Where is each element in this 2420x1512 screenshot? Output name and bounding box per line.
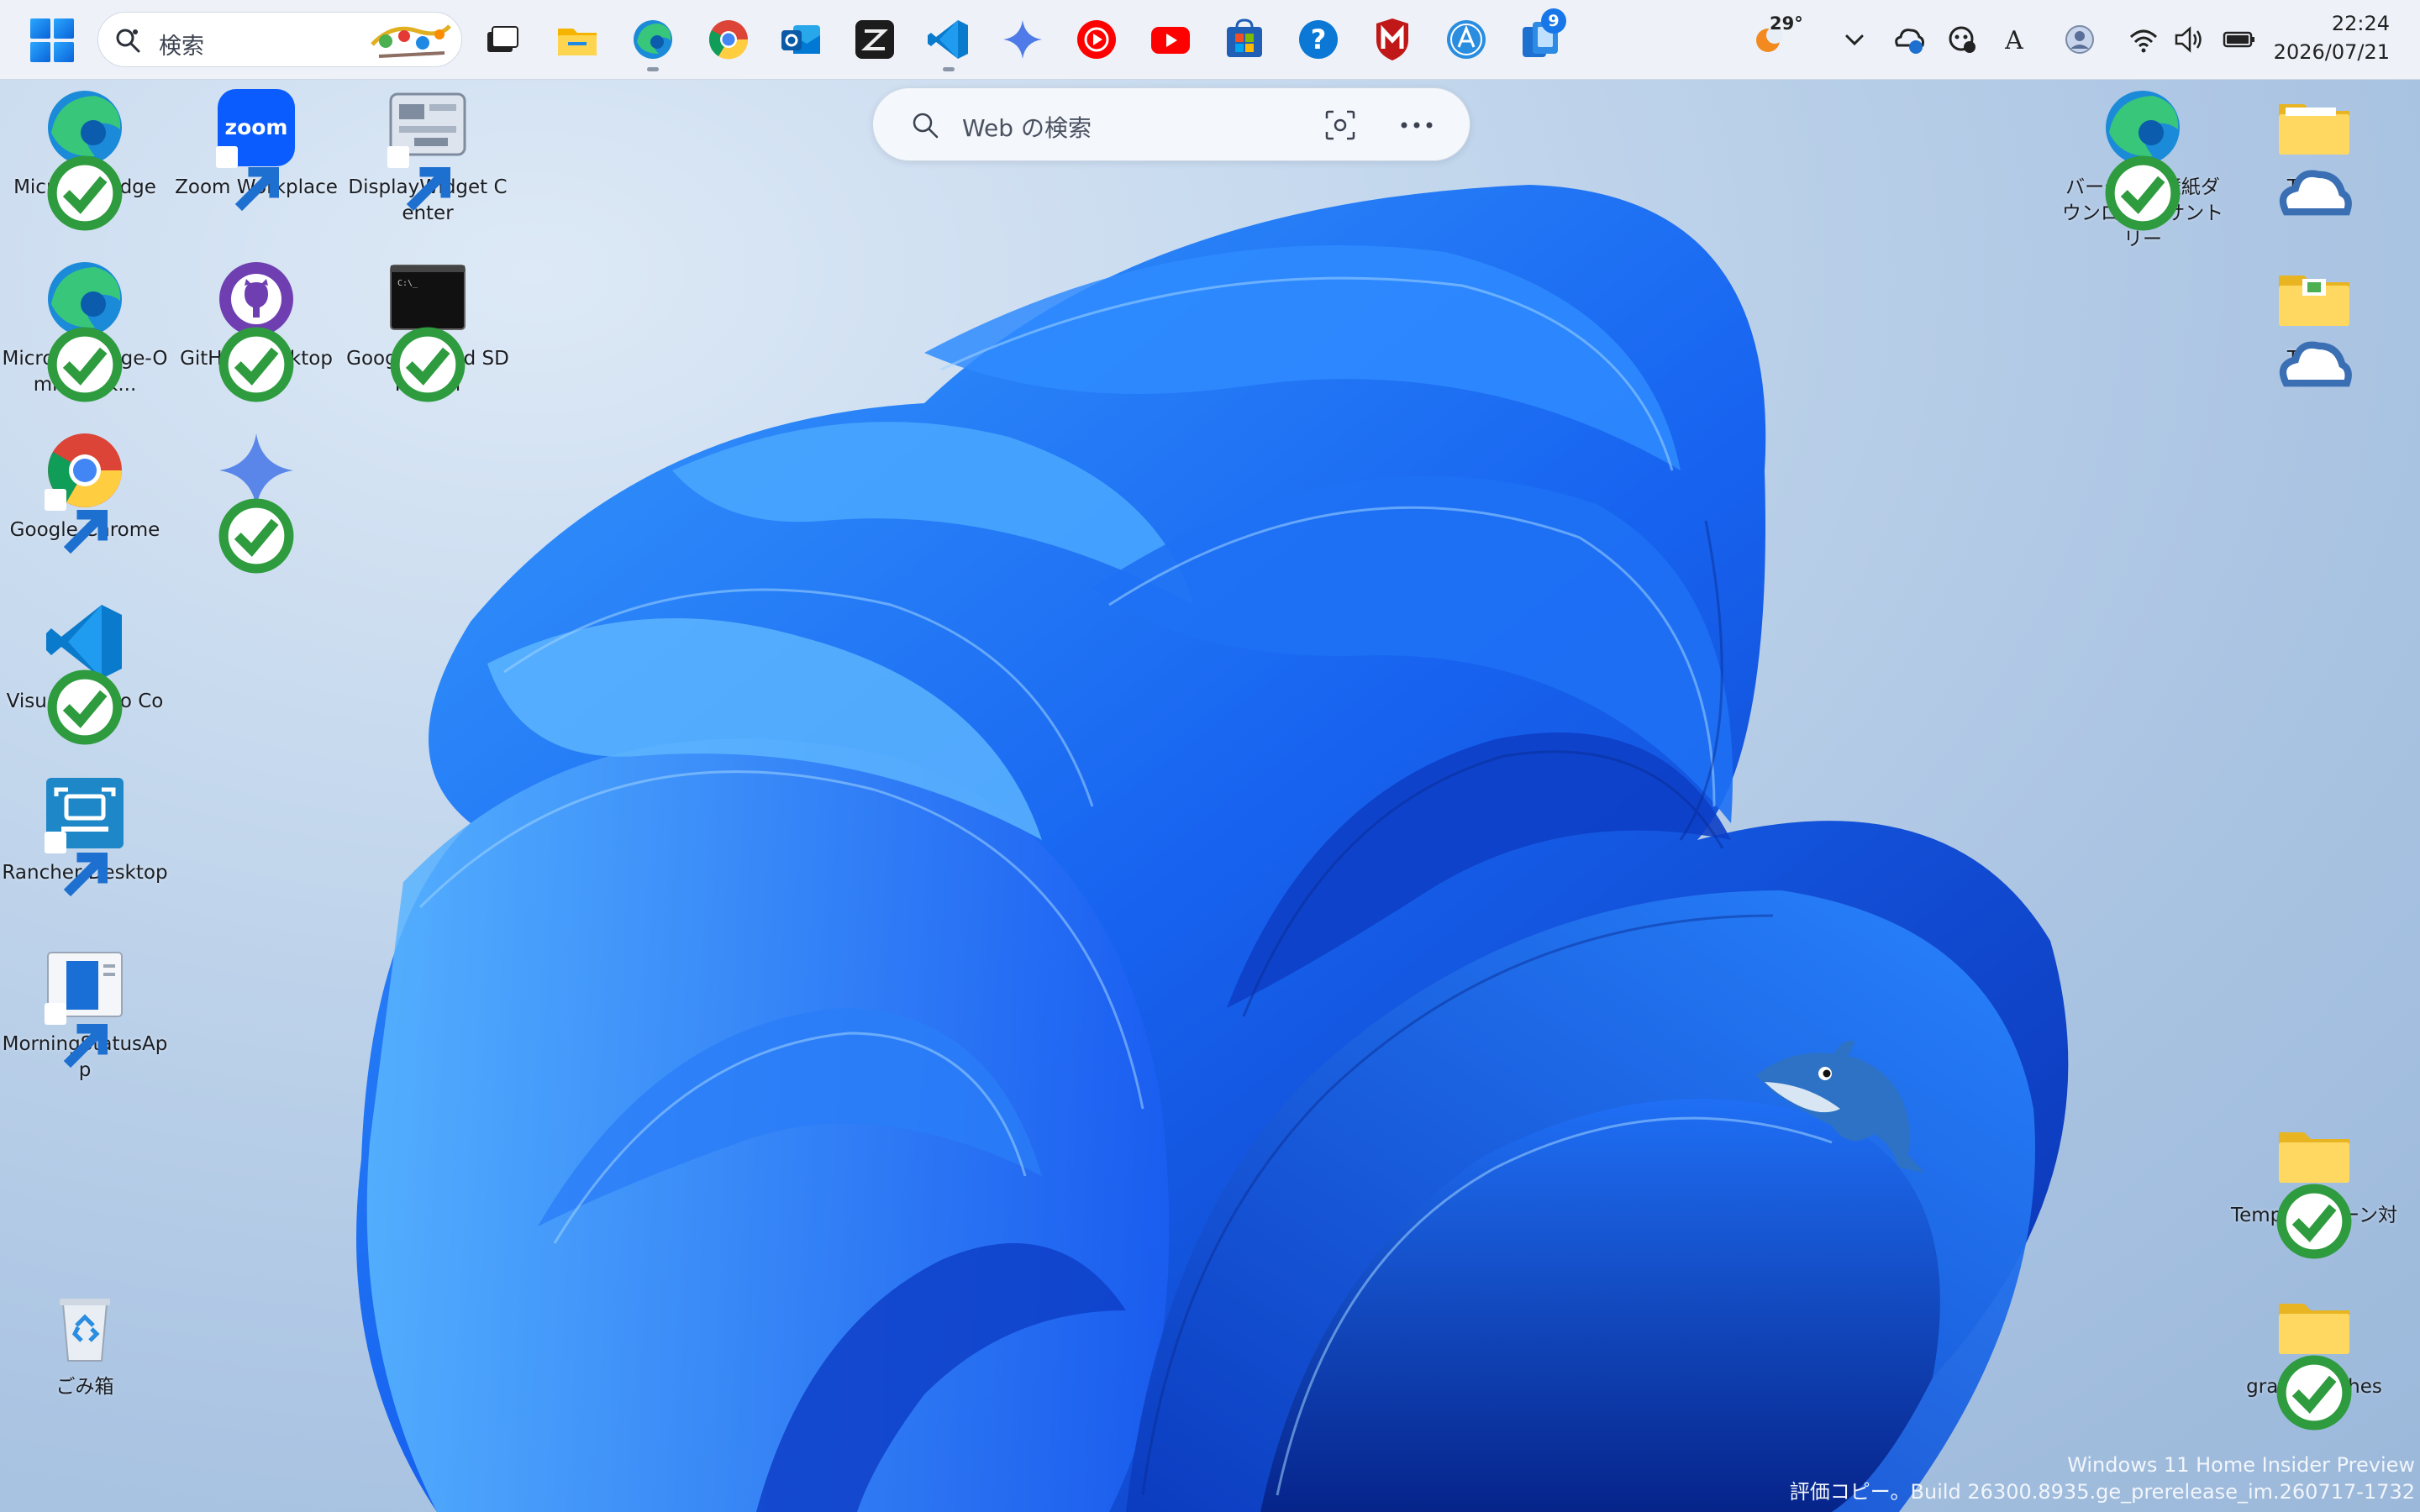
user-account-icon[interactable] bbox=[2062, 22, 2097, 57]
watermark-edition: Windows 11 Home Insider Preview bbox=[2067, 1453, 2415, 1477]
desktop-icon-temp-clean-target[interactable]: Temp - クリーン対象 bbox=[2230, 1114, 2398, 1259]
folder-icon bbox=[2272, 86, 2356, 216]
desktop-icon-virtual-wallpaper-download[interactable]: バーチャル壁紙ダウンロード-サントリー bbox=[2059, 86, 2227, 253]
desktop-icon-google-chrome[interactable]: Google Chrome bbox=[1, 428, 169, 554]
recycle-bin-icon bbox=[43, 1285, 127, 1369]
mcafee-icon[interactable] bbox=[1370, 17, 1415, 62]
app-window-icon bbox=[43, 942, 127, 1068]
vscode-icon bbox=[43, 600, 127, 745]
taskbar-search-placeholder: 検索 bbox=[159, 34, 204, 60]
youtube-icon[interactable] bbox=[1148, 17, 1193, 62]
shortcut-arrow-icon bbox=[45, 832, 108, 897]
search-highlight-icon bbox=[371, 24, 451, 58]
shortcut-arrow-icon bbox=[216, 146, 279, 212]
web-search-placeholder: Web の検索 bbox=[962, 114, 1092, 142]
desktop-icon-github-desktop[interactable]: GitHub Desktop bbox=[172, 257, 340, 402]
rancher-icon bbox=[43, 771, 127, 897]
edge-running-indicator bbox=[647, 67, 659, 71]
folder-icon bbox=[2272, 1285, 2356, 1431]
github-icon bbox=[214, 257, 298, 402]
task-view-icon[interactable] bbox=[479, 17, 524, 62]
desktop-icon-visual-studio-code[interactable]: Visual Studio Code bbox=[1, 600, 169, 745]
desktop-icon-gemini[interactable]: Gemini bbox=[172, 428, 340, 574]
chrome-icon[interactable] bbox=[706, 17, 751, 62]
desktop-icon-label: ごみ箱 bbox=[55, 1376, 114, 1398]
desktop-icon-task2[interactable]: Task2 bbox=[2230, 257, 2398, 387]
help-icon[interactable]: ? bbox=[1296, 17, 1341, 62]
sync-status-icon bbox=[2272, 1351, 2352, 1431]
taskbar: 検索 ? 9 29° A 22:24 2026/07/21 bbox=[0, 0, 2420, 80]
chrome-icon bbox=[43, 428, 127, 554]
microsoft-store-icon[interactable] bbox=[1222, 17, 1267, 62]
gemini-icon[interactable] bbox=[1000, 17, 1045, 62]
volume-icon[interactable] bbox=[2171, 22, 2207, 57]
edge-icon bbox=[2101, 86, 2185, 231]
ime-mode-icon[interactable]: A bbox=[1996, 22, 2032, 57]
youtube-music-icon[interactable] bbox=[1074, 17, 1119, 62]
sync-status-icon bbox=[43, 323, 123, 402]
shortcut-arrow-icon bbox=[45, 1003, 108, 1068]
sync-status-icon bbox=[2272, 1179, 2352, 1259]
windows-build-watermark: Windows 11 Home Insider Preview 評価コピー。Bu… bbox=[1790, 1452, 2415, 1505]
copilot-tray-icon[interactable] bbox=[1944, 22, 1980, 57]
clock-date[interactable]: 2026/07/21 bbox=[2274, 40, 2390, 64]
desktop-icon-displaywidget-center[interactable]: DisplayWidget Center bbox=[344, 86, 512, 227]
sync-status-icon bbox=[43, 151, 123, 231]
sync-status-icon bbox=[214, 494, 294, 574]
shortcut-arrow-icon bbox=[45, 489, 108, 554]
desktop-icon-zoom-workplace[interactable]: zoom Zoom Workplace bbox=[172, 86, 340, 212]
visual-search-icon[interactable] bbox=[1323, 108, 1357, 142]
watermark-build: 評価コピー。Build 26300.8935.ge_prerelease_im.… bbox=[1789, 1480, 2415, 1504]
vscode-running-indicator bbox=[943, 67, 955, 71]
onedrive-cloud-icon[interactable] bbox=[1891, 22, 1926, 57]
edge-icon[interactable] bbox=[630, 17, 676, 62]
svg-text:C:\_: C:\_ bbox=[397, 279, 418, 288]
weather-temperature: 29° bbox=[1770, 13, 1803, 34]
desktop-icon-gradle-caches[interactable]: gradle-caches bbox=[2230, 1285, 2398, 1431]
chevron-up-icon[interactable] bbox=[1837, 22, 1872, 57]
desktop-icon-google-cloud-sdk-shell[interactable]: C:\_ Google Cloud SDK Shell bbox=[344, 257, 512, 402]
desktop-icon-edge-omnibook[interactable]: Microsoft Edge-OmniBook... bbox=[1, 257, 169, 402]
edge-icon bbox=[43, 86, 127, 231]
svg-text:zoom: zoom bbox=[225, 115, 288, 139]
sync-status-icon bbox=[214, 323, 294, 402]
folder-icon bbox=[2272, 1114, 2356, 1259]
sync-status-icon bbox=[386, 323, 466, 402]
desktop-icon-task1[interactable]: Task1 bbox=[2230, 86, 2398, 216]
desktop-icon-rancher-desktop[interactable]: Rancher Desktop bbox=[1, 771, 169, 897]
display-widget-icon bbox=[386, 86, 470, 212]
dolphin-mascot-icon bbox=[1756, 1040, 1924, 1173]
sync-status-icon bbox=[2101, 151, 2181, 231]
search-icon bbox=[116, 29, 140, 53]
web-search-widget[interactable]: Web の検索 bbox=[872, 87, 1470, 161]
outlook-icon[interactable] bbox=[778, 17, 823, 62]
start-button[interactable] bbox=[30, 18, 74, 62]
vscode-icon[interactable] bbox=[926, 17, 971, 62]
cloud-status-icon bbox=[2272, 323, 2352, 387]
desktop-icon-recycle-bin[interactable]: ごみ箱 bbox=[1, 1285, 169, 1400]
cloud-status-icon bbox=[2272, 151, 2352, 216]
desktop-icon-microsoft-edge[interactable]: Microsoft Edge bbox=[1, 86, 169, 231]
wifi-icon[interactable] bbox=[2126, 22, 2161, 57]
terminal-icon: C:\_ bbox=[386, 257, 470, 402]
sync-status-icon bbox=[43, 665, 123, 745]
svg-text:A: A bbox=[2004, 26, 2023, 55]
folder-icon bbox=[2272, 257, 2356, 387]
desktop-icon-morningstatusapp[interactable]: MorningStatusApp bbox=[1, 942, 169, 1084]
svg-text:?: ? bbox=[1311, 24, 1327, 55]
app-store-beta-icon[interactable] bbox=[1444, 17, 1489, 62]
zoom-icon: zoom bbox=[214, 86, 298, 212]
gemini-icon bbox=[214, 428, 298, 574]
file-explorer-icon[interactable] bbox=[555, 17, 600, 62]
search-icon bbox=[913, 113, 939, 139]
clock-time[interactable]: 22:24 bbox=[2332, 12, 2390, 35]
more-options-icon[interactable] bbox=[1396, 108, 1438, 142]
edge-icon bbox=[43, 257, 127, 402]
taskbar-search-box[interactable]: 検索 bbox=[97, 12, 462, 67]
battery-icon[interactable] bbox=[2222, 22, 2257, 57]
notification-badge: 9 bbox=[1541, 8, 1566, 34]
zed-editor-icon[interactable] bbox=[852, 17, 897, 62]
shortcut-arrow-icon bbox=[387, 146, 450, 212]
